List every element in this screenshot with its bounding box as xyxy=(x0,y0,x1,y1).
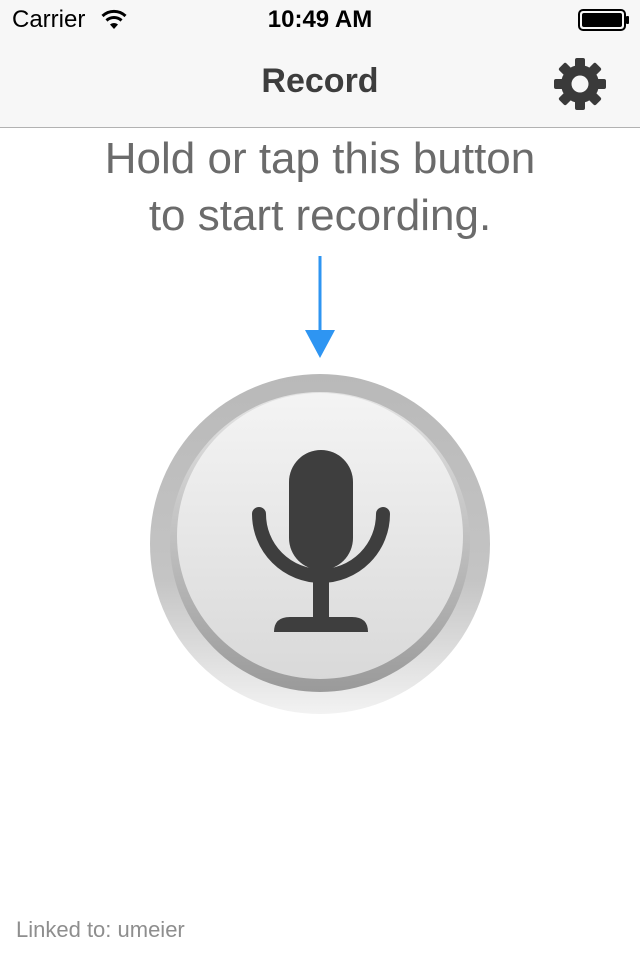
instruction-text: Hold or tap this button to start recordi… xyxy=(0,130,640,244)
record-button[interactable] xyxy=(150,374,490,714)
instruction-line-1: Hold or tap this button xyxy=(104,134,536,183)
arrow-down-icon xyxy=(305,256,335,358)
settings-button[interactable] xyxy=(552,56,608,112)
page-title: Record xyxy=(261,62,379,100)
linked-account-label: Linked to: umeier xyxy=(16,917,185,942)
status-time: 10:49 AM xyxy=(267,6,373,33)
record-button-graphic xyxy=(150,374,490,714)
status-bar: Carrier 10:49 AM xyxy=(0,0,640,40)
instruction-line-2: to start recording. xyxy=(148,191,492,240)
record-screen: Carrier 10:49 AM Record Hold or tap this… xyxy=(0,0,640,960)
gear-icon xyxy=(554,58,606,110)
battery-icon xyxy=(578,9,629,31)
